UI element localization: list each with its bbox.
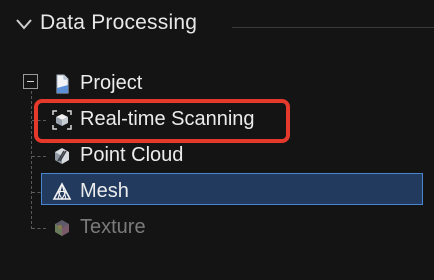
tree-item-label: Mesh bbox=[80, 180, 129, 202]
tree-item-label: Point Cloud bbox=[80, 144, 184, 166]
tree-item-project[interactable]: Project bbox=[0, 68, 434, 100]
chevron-down-icon[interactable] bbox=[14, 17, 34, 31]
project-tree: Project Real-time Scanning Point Cloud M… bbox=[0, 60, 434, 280]
tree-item-point-cloud[interactable]: Point Cloud bbox=[0, 140, 434, 172]
tree-item-texture[interactable]: Texture bbox=[0, 212, 434, 244]
tree-item-mesh[interactable]: Mesh bbox=[0, 176, 434, 208]
panel-header[interactable]: Data Processing bbox=[0, 0, 434, 52]
tree-item-label: Project bbox=[80, 72, 143, 94]
annotation-highlight-box bbox=[34, 99, 290, 143]
header-divider bbox=[232, 27, 434, 28]
document-icon bbox=[56, 74, 69, 94]
panel-title: Data Processing bbox=[40, 11, 198, 34]
texture-icon bbox=[55, 220, 69, 236]
tree-item-label: Texture bbox=[80, 216, 146, 238]
mesh-icon bbox=[52, 182, 72, 201]
point-cloud-icon bbox=[55, 148, 69, 164]
